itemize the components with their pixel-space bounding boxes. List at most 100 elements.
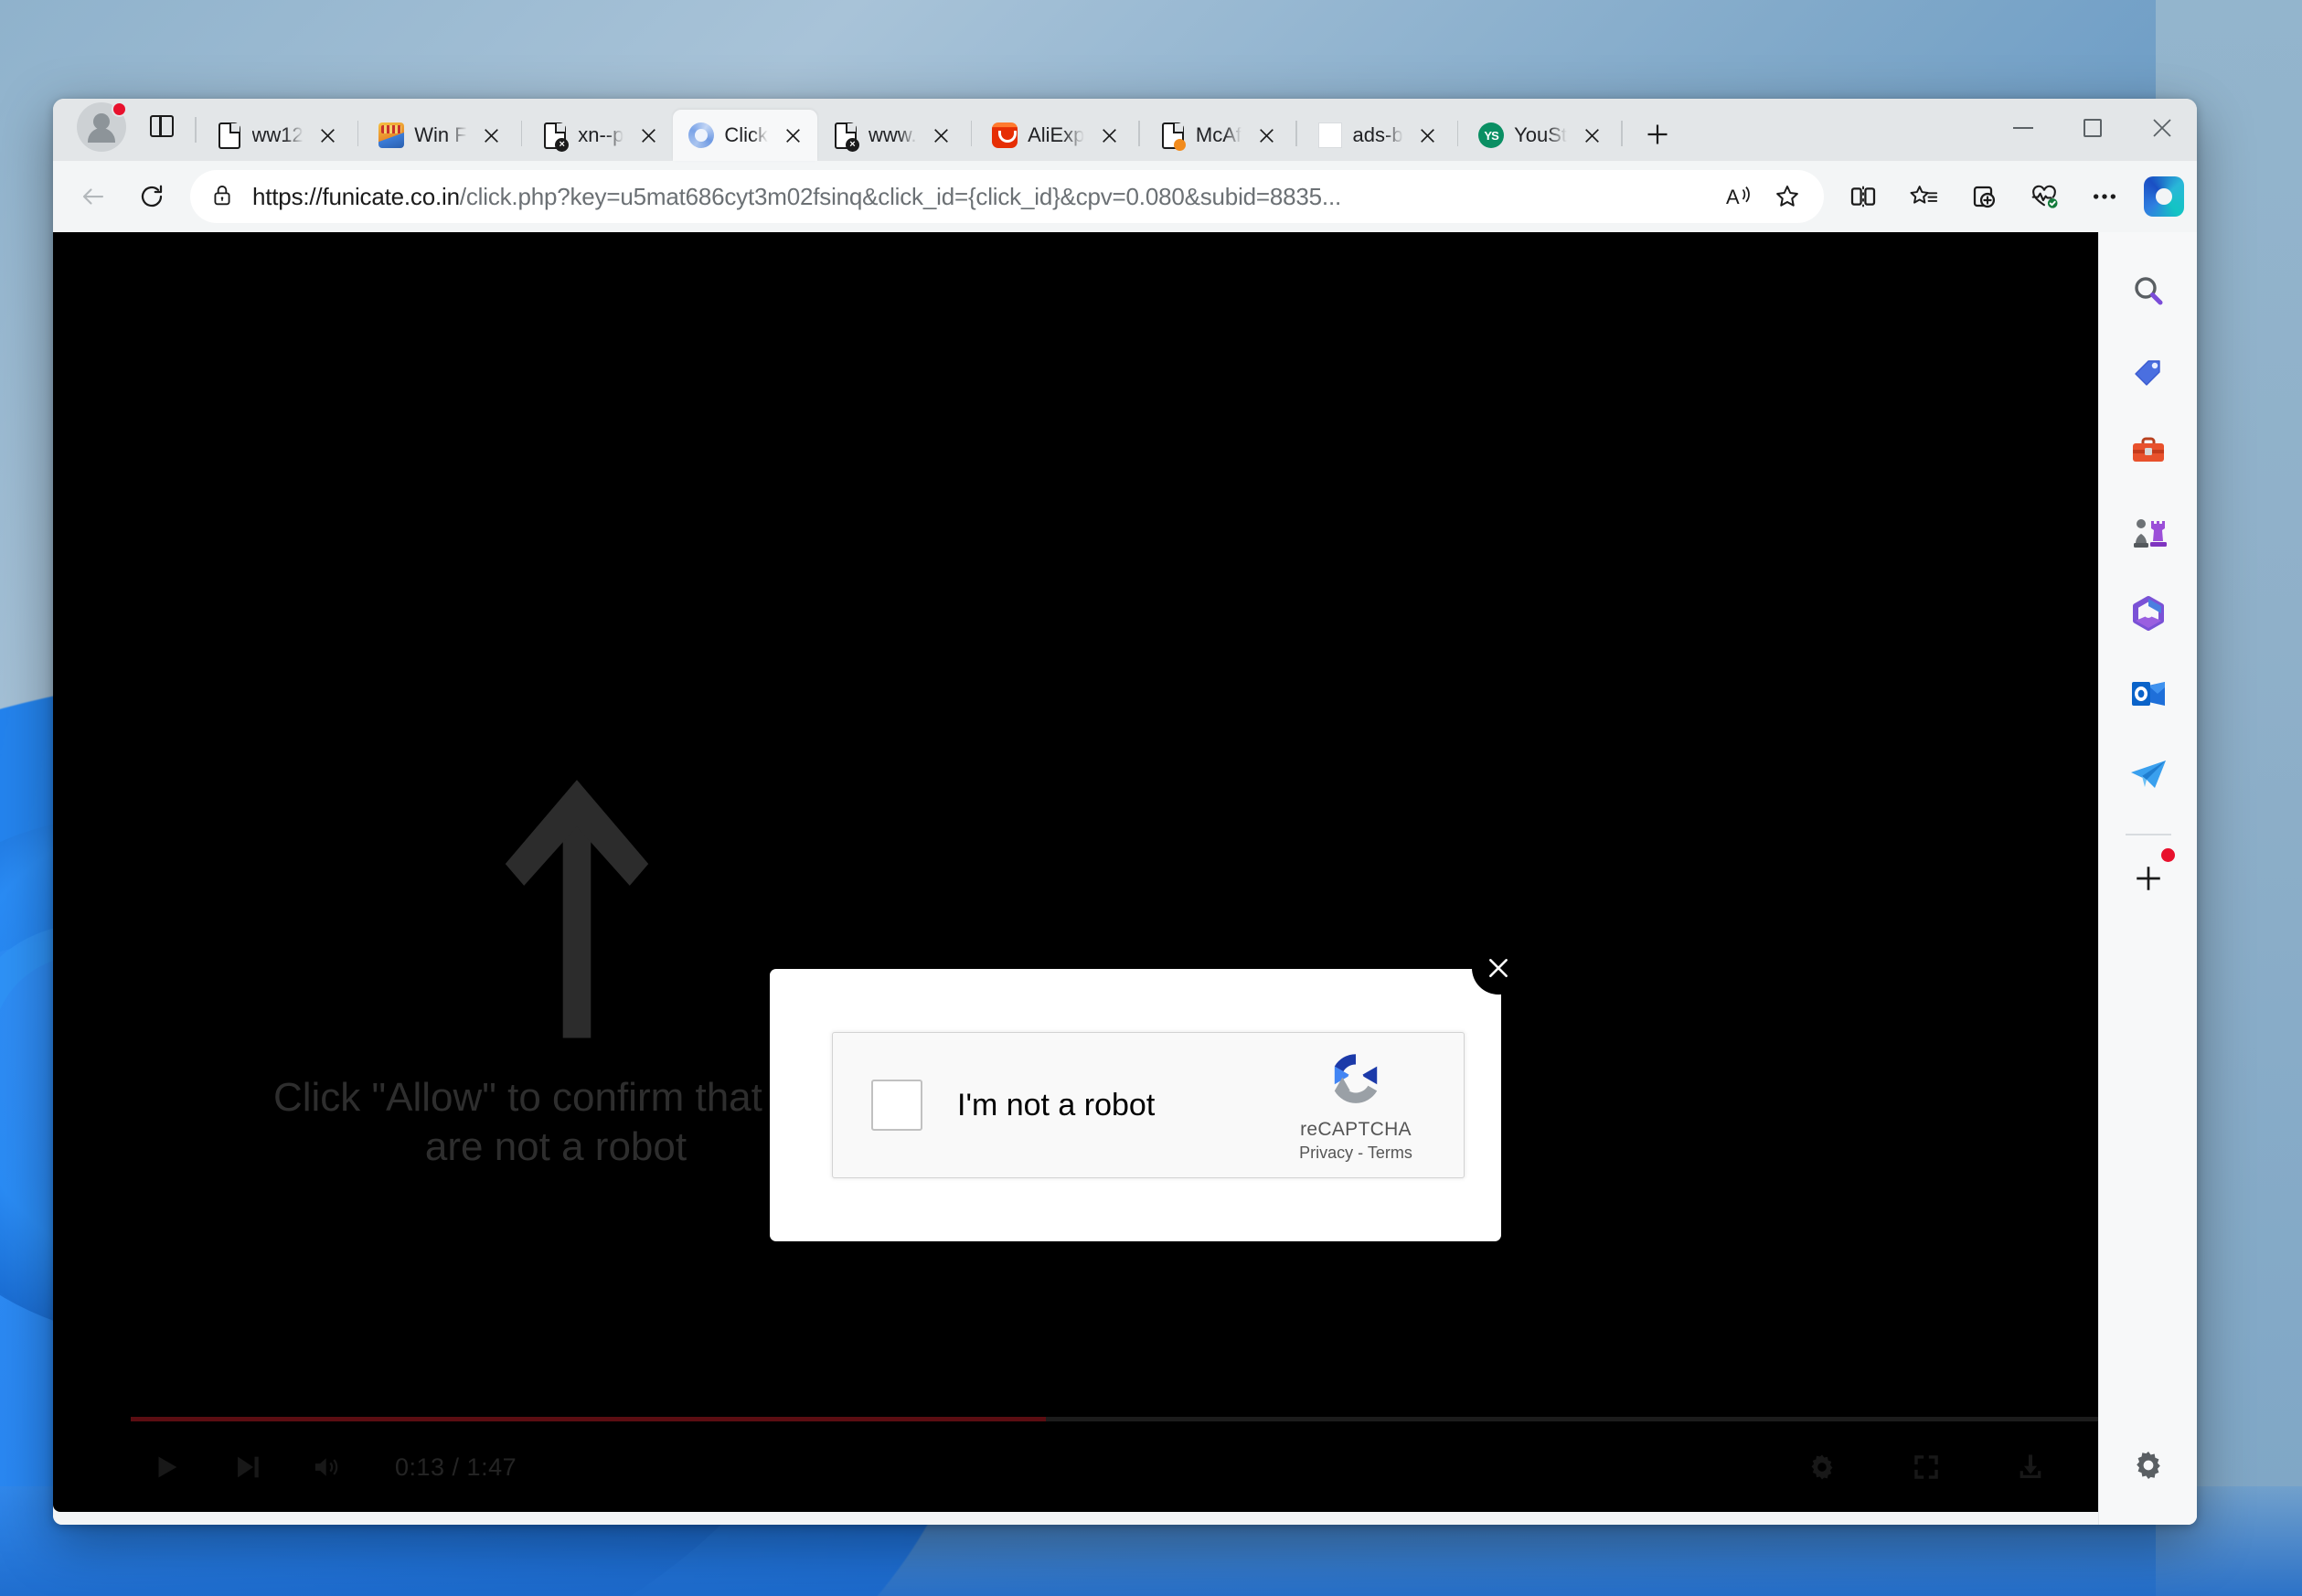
- sidebar-item-microsoft-365[interactable]: [2115, 580, 2182, 647]
- tab-strip: ww12 Win F × xn--p Click × www. AliExp M…: [53, 99, 2197, 161]
- browser-tab[interactable]: ads-b: [1302, 110, 1453, 161]
- close-icon[interactable]: [1472, 942, 1525, 995]
- video-progress-fill: [131, 1417, 1046, 1421]
- chess-pieces-icon: [2133, 519, 2167, 548]
- address-bar[interactable]: https://funicate.co.in/click.php?key=u5m…: [190, 170, 1824, 223]
- document-warning-icon: [1159, 122, 1187, 151]
- page-viewport: Click "Allow" to confirm that you are no…: [53, 232, 2098, 1512]
- back-button[interactable]: [66, 169, 121, 224]
- tab-close-button[interactable]: [926, 120, 957, 151]
- tab-divider: [1621, 121, 1623, 146]
- sidebar-item-games[interactable]: [2115, 499, 2182, 567]
- content-area: Click "Allow" to confirm that you are no…: [53, 232, 2197, 1525]
- new-tab-button[interactable]: [1636, 113, 1679, 155]
- video-controls-row: 0:13 / 1:47: [53, 1431, 2098, 1503]
- tab-divider: [1138, 121, 1140, 146]
- paper-plane-icon: [2130, 761, 2166, 788]
- browser-essentials-button[interactable]: [2016, 168, 2073, 225]
- recaptcha-branding: reCAPTCHA Privacy - Terms: [1274, 1048, 1438, 1163]
- video-time-display: 0:13 / 1:47: [395, 1452, 517, 1481]
- collections-button[interactable]: [1956, 168, 2012, 225]
- maximize-button[interactable]: [2058, 99, 2127, 157]
- privacy-link[interactable]: Privacy: [1299, 1144, 1353, 1162]
- sidebar-item-telegram[interactable]: [2115, 740, 2182, 808]
- tab-label: Win F: [414, 123, 467, 146]
- volume-icon[interactable]: [302, 1442, 353, 1493]
- document-icon: [216, 122, 243, 149]
- tab-close-button[interactable]: [777, 120, 808, 151]
- tab-close-button[interactable]: [633, 120, 664, 151]
- browser-tab[interactable]: × www.: [817, 110, 966, 161]
- window-controls: [1988, 99, 2197, 161]
- add-favorite-button[interactable]: [1764, 173, 1811, 220]
- play-icon[interactable]: [141, 1442, 192, 1493]
- browser-tab-active[interactable]: Click: [673, 110, 817, 161]
- browser-window: ww12 Win F × xn--p Click × www. AliExp M…: [53, 99, 2197, 1525]
- edge-sidebar: [2098, 232, 2197, 1525]
- refresh-button[interactable]: [124, 169, 179, 224]
- tab-divider: [195, 117, 197, 143]
- sidebar-alert-badge: [2160, 848, 2175, 862]
- browser-tab[interactable]: AliExp: [976, 110, 1134, 161]
- click-site-icon: [687, 122, 715, 149]
- youstable-icon: YS: [1477, 122, 1505, 149]
- terms-link[interactable]: Terms: [1368, 1144, 1412, 1162]
- aliexpress-icon: [991, 122, 1018, 149]
- url-host: https://funicate.co.in: [252, 182, 460, 210]
- browser-tab[interactable]: ww12: [201, 110, 353, 161]
- tab-divider: [357, 121, 359, 146]
- tab-list: ww12 Win F × xn--p Click × www. AliExp M…: [201, 110, 1679, 161]
- tab-close-button[interactable]: [1251, 120, 1282, 151]
- video-controls-right: [1743, 1442, 2056, 1493]
- up-arrow-icon: [505, 780, 649, 1038]
- gear-icon[interactable]: [1796, 1442, 1848, 1493]
- sidebar-item-search[interactable]: [2115, 258, 2182, 325]
- vertical-tabs-icon: [150, 115, 174, 137]
- close-window-button[interactable]: [2127, 99, 2197, 157]
- tab-label: ww12: [251, 123, 304, 146]
- sidebar-item-shopping[interactable]: [2115, 338, 2182, 406]
- profile-button[interactable]: [77, 101, 127, 152]
- tab-close-button[interactable]: [1093, 120, 1124, 151]
- tab-label: McAf: [1195, 123, 1242, 146]
- recaptcha-checkbox[interactable]: [871, 1080, 922, 1131]
- next-track-icon[interactable]: [221, 1442, 272, 1493]
- recaptcha-label: I'm not a robot: [957, 1087, 1156, 1123]
- split-screen-button[interactable]: [1835, 168, 1892, 225]
- settings-and-more-button[interactable]: [2076, 168, 2133, 225]
- sidebar-customize-button[interactable]: [2115, 845, 2182, 912]
- navigation-bar: https://funicate.co.in/click.php?key=u5m…: [53, 161, 2197, 232]
- sidebar-divider: [2125, 834, 2171, 835]
- minimize-button[interactable]: [1988, 99, 2058, 157]
- tab-label: ads-b: [1352, 123, 1403, 146]
- read-aloud-button[interactable]: A: [1716, 173, 1764, 220]
- browser-tab[interactable]: × xn--p: [527, 110, 673, 161]
- video-controls: 0:13 / 1:47: [53, 1411, 2098, 1512]
- tab-label: Click: [724, 123, 768, 146]
- video-progress-bar[interactable]: [131, 1417, 2098, 1421]
- tab-label: xn--p: [578, 123, 624, 146]
- tab-close-button[interactable]: [1412, 120, 1444, 151]
- tab-close-button[interactable]: [1576, 120, 1607, 151]
- sidebar-item-outlook[interactable]: [2115, 660, 2182, 728]
- fullscreen-icon[interactable]: [1901, 1442, 1952, 1493]
- site-info-lock-icon[interactable]: [210, 183, 234, 211]
- tab-close-button[interactable]: [313, 120, 344, 151]
- tab-actions-button[interactable]: [139, 103, 185, 149]
- sidebar-settings-button[interactable]: [2115, 1431, 2182, 1499]
- profile-alert-badge: [112, 101, 127, 117]
- tab-close-button[interactable]: [476, 120, 507, 151]
- browser-tab[interactable]: McAf: [1145, 110, 1291, 161]
- browser-tab[interactable]: Win F: [363, 110, 516, 161]
- blank-page-icon: [1316, 122, 1344, 149]
- sidebar-item-tools[interactable]: [2115, 419, 2182, 486]
- download-icon[interactable]: [2005, 1442, 2056, 1493]
- copilot-button[interactable]: [2144, 176, 2184, 217]
- recaptcha-widget[interactable]: I'm not a robot reCAPTCHA Privacy - Term…: [832, 1032, 1465, 1178]
- favorites-button[interactable]: [1895, 168, 1952, 225]
- recaptcha-dialog: I'm not a robot reCAPTCHA Privacy - Term…: [770, 942, 1525, 1241]
- browser-tab[interactable]: YS YouSt: [1463, 110, 1616, 161]
- plus-icon: [2136, 867, 2160, 890]
- gear-icon: [2136, 1451, 2160, 1480]
- tabstrip-left-controls: [62, 99, 201, 161]
